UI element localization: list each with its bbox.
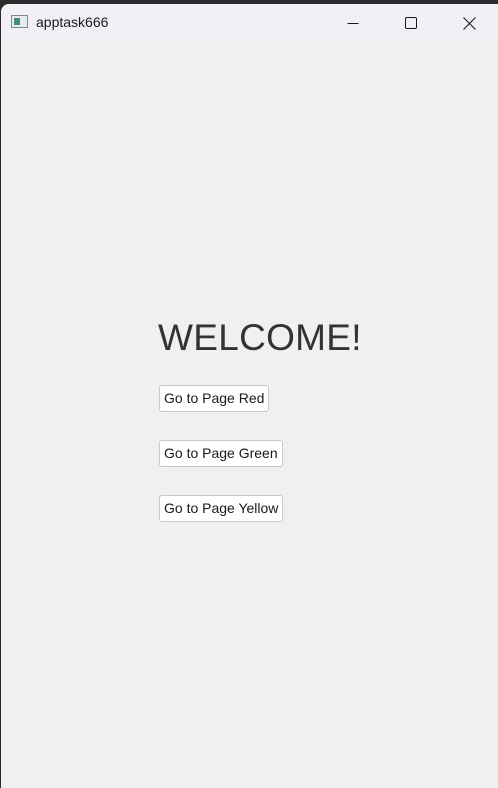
go-to-page-yellow-button[interactable]: Go to Page Yellow (159, 495, 284, 522)
go-to-page-green-button[interactable]: Go to Page Green (159, 440, 283, 467)
welcome-heading: WELCOME! (158, 317, 362, 358)
main-content: WELCOME! Go to Page Red Go to Page Green… (1, 42, 498, 788)
app-window: apptask666 WELCOME! Go to Page Red Go to… (1, 4, 498, 788)
title-bar[interactable]: apptask666 (1, 4, 498, 42)
minimize-icon (347, 23, 359, 24)
close-button[interactable] (440, 4, 498, 42)
maximize-icon (405, 17, 417, 29)
go-to-page-red-button[interactable]: Go to Page Red (159, 385, 270, 412)
close-icon (462, 16, 476, 30)
app-icon (11, 15, 28, 28)
minimize-button[interactable] (324, 4, 382, 42)
maximize-button[interactable] (382, 4, 440, 42)
window-title: apptask666 (36, 14, 109, 30)
